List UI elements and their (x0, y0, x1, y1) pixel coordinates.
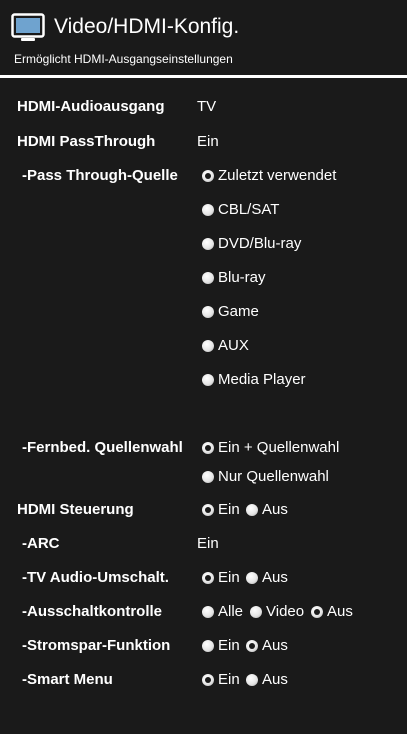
radio-icon (202, 170, 214, 182)
radio-icon (202, 640, 214, 652)
arc-label: -ARC (22, 535, 60, 552)
page-title: Video/HDMI-Konfig. (54, 15, 240, 38)
power-off-control-option-off[interactable]: Aus (311, 603, 353, 621)
tv-icon (11, 13, 45, 41)
passthrough-source-option[interactable]: AUX (202, 337, 249, 355)
radio-icon (202, 674, 214, 686)
option-label: Ein (218, 671, 240, 688)
radio-icon (246, 640, 258, 652)
remote-source-select-option[interactable]: Nur Quellenwahl (202, 468, 329, 486)
radio-icon (202, 306, 214, 318)
smart-menu-option-off[interactable]: Aus (246, 671, 288, 689)
radio-icon (202, 374, 214, 386)
tv-audio-switch-option-off[interactable]: Aus (246, 569, 288, 587)
power-saving-option-on[interactable]: Ein (202, 637, 240, 655)
option-label: Aus (262, 569, 288, 586)
radio-icon (202, 238, 214, 250)
option-label: Ein (218, 637, 240, 654)
option-label: Ein (218, 501, 240, 518)
hdmi-control-label: HDMI Steuerung (17, 501, 134, 518)
remote-source-select-label: -Fernbed. Quellenwahl (22, 439, 183, 456)
option-label: Aus (262, 637, 288, 654)
page-subtitle: Ermöglicht HDMI-Ausgangseinstellungen (14, 52, 233, 66)
option-label: Ein + Quellenwahl (218, 439, 340, 456)
radio-icon (202, 272, 214, 284)
passthrough-source-option[interactable]: Media Player (202, 371, 306, 389)
smart-menu-label: -Smart Menu (22, 671, 113, 688)
arc-value[interactable]: Ein (197, 535, 219, 553)
passthrough-source-option[interactable]: Game (202, 303, 259, 321)
tv-audio-switch-option-on[interactable]: Ein (202, 569, 240, 587)
option-label: Aus (327, 603, 353, 620)
radio-icon (202, 572, 214, 584)
radio-icon (246, 674, 258, 686)
radio-icon (311, 606, 323, 618)
radio-icon (202, 204, 214, 216)
radio-icon (202, 504, 214, 516)
passthrough-source-option[interactable]: CBL/SAT (202, 201, 279, 219)
power-off-control-label: -Ausschaltkontrolle (22, 603, 163, 620)
option-label: AUX (218, 337, 249, 354)
hdmi-passthrough-value[interactable]: Ein (197, 133, 219, 151)
header-divider (0, 75, 407, 78)
passthrough-source-option[interactable]: Blu-ray (202, 269, 266, 287)
option-label: Aus (262, 501, 288, 518)
radio-icon (202, 340, 214, 352)
passthrough-source-option[interactable]: Zuletzt verwendet (202, 167, 336, 185)
radio-icon (246, 572, 258, 584)
passthrough-source-label: -Pass Through-Quelle (22, 167, 178, 184)
header: Video/HDMI-Konfig. Ermöglicht HDMI-Ausga… (0, 0, 407, 75)
radio-icon (202, 606, 214, 618)
option-label: CBL/SAT (218, 201, 280, 218)
radio-icon (202, 471, 214, 483)
hdmi-control-option-on[interactable]: Ein (202, 501, 240, 519)
option-label: Blu-ray (218, 269, 266, 286)
power-saving-option-off[interactable]: Aus (246, 637, 288, 655)
option-label: Alle (218, 603, 244, 620)
radio-icon (246, 504, 258, 516)
option-label: Zuletzt verwendet (218, 167, 337, 184)
radio-icon (250, 606, 262, 618)
option-label: Nur Quellenwahl (218, 468, 329, 485)
option-label: Aus (262, 671, 288, 688)
power-saving-label: -Stromspar-Funktion (22, 637, 171, 654)
option-label: Media Player (218, 371, 306, 388)
power-off-control-option-all[interactable]: Alle (202, 603, 243, 621)
hdmi-audio-output-value[interactable]: TV (197, 98, 216, 116)
tv-audio-switch-label: -TV Audio-Umschalt. (22, 569, 169, 586)
option-label: Ein (218, 569, 240, 586)
power-off-control-option-video[interactable]: Video (250, 603, 304, 621)
passthrough-source-option[interactable]: DVD/Blu-ray (202, 235, 301, 253)
option-label: DVD/Blu-ray (218, 235, 302, 252)
hdmi-passthrough-label: HDMI PassThrough (17, 133, 156, 150)
option-label: Video (266, 603, 305, 620)
hdmi-control-option-off[interactable]: Aus (246, 501, 288, 519)
smart-menu-option-on[interactable]: Ein (202, 671, 240, 689)
hdmi-audio-output-label: HDMI-Audioausgang (17, 98, 165, 115)
remote-source-select-option[interactable]: Ein + Quellenwahl (202, 439, 339, 457)
option-label: Game (218, 303, 259, 320)
radio-icon (202, 442, 214, 454)
